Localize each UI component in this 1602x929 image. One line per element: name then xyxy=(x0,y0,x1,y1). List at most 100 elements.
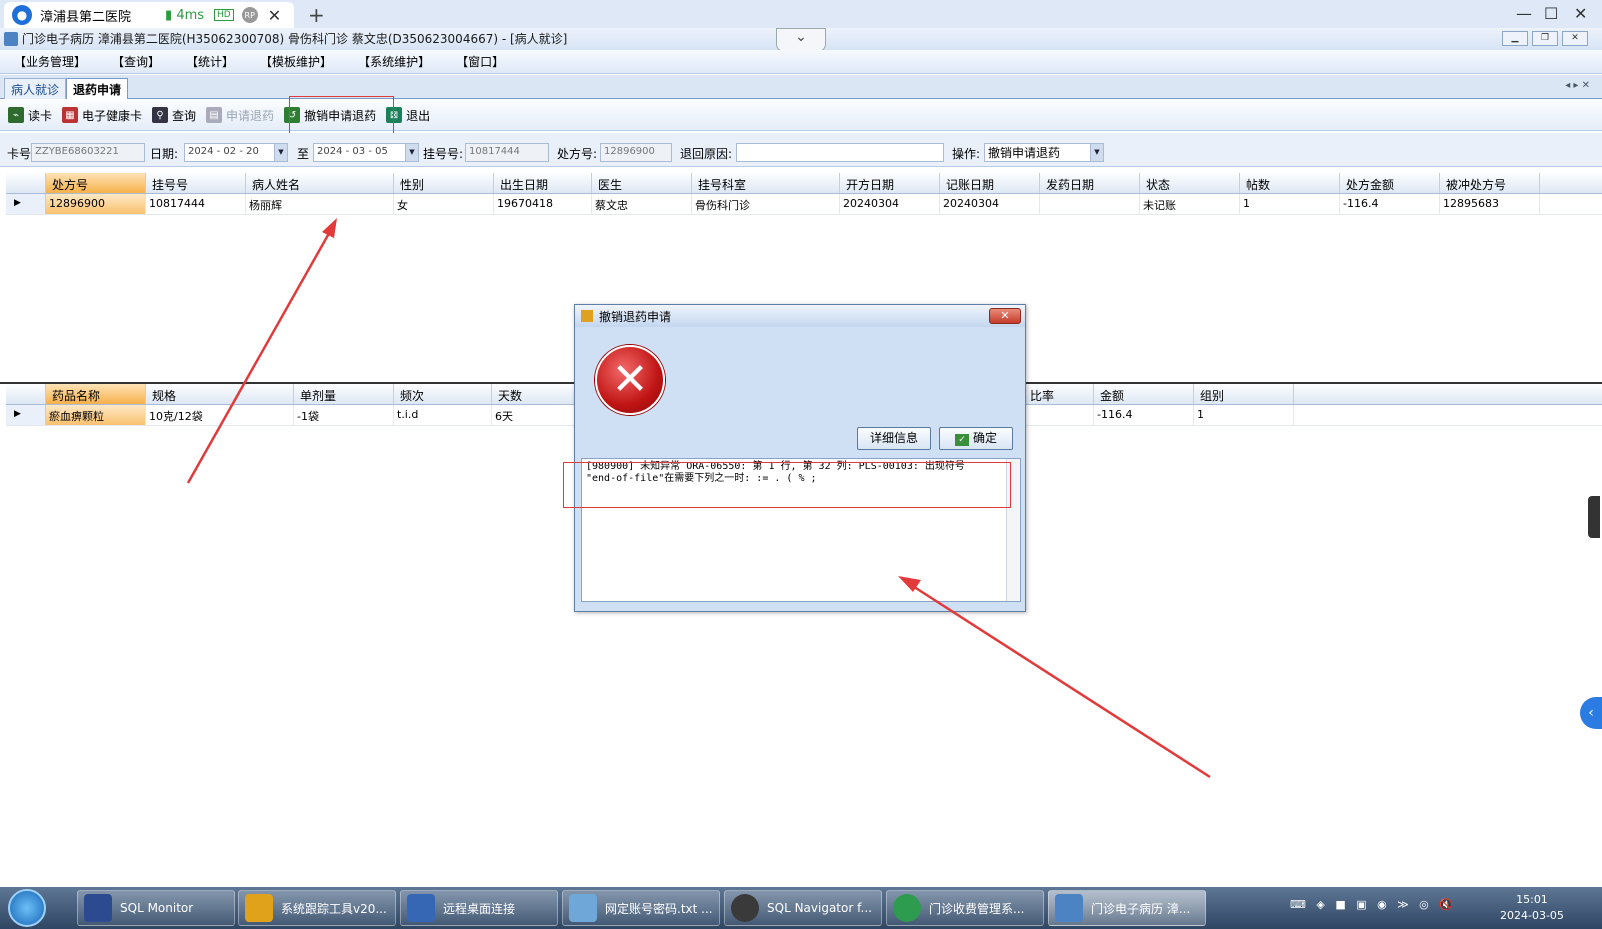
col-rx-date[interactable]: 开方日期 xyxy=(840,173,940,193)
dialog-close-icon[interactable]: ✕ xyxy=(989,308,1021,324)
dialog-title-bar: 撤销退药申请 ✕ xyxy=(575,305,1025,327)
chevron-down-icon[interactable]: ⌄ xyxy=(776,28,826,52)
col-birth-date[interactable]: 出生日期 xyxy=(494,173,592,193)
mdi-restore-icon[interactable]: ❐ xyxy=(1532,31,1558,46)
health-card-button[interactable]: ▦ 电子健康卡 xyxy=(62,107,142,124)
taskbar-item-notepad[interactable]: 网定账号密码.txt ... xyxy=(562,890,720,926)
mdi-minimize-icon[interactable]: ▁ xyxy=(1502,31,1528,46)
query-button[interactable]: ⚲ 查询 xyxy=(152,107,196,124)
chevron-down-icon[interactable]: ▼ xyxy=(1090,144,1103,161)
taskbar-item-sql-navigator[interactable]: SQL Navigator f... xyxy=(724,890,882,926)
operation-value: 撤销申请退药 xyxy=(988,146,1061,160)
menu-window[interactable]: 【窗口】 xyxy=(456,53,504,70)
taskbar-item-billing[interactable]: 门诊收费管理系... xyxy=(886,890,1044,926)
apply-return-button[interactable]: ▤ 申请退药 xyxy=(206,107,274,124)
cell-doses[interactable]: 1 xyxy=(1240,194,1340,214)
col-dose[interactable]: 单剂量 xyxy=(294,384,394,404)
col-rx-no[interactable]: 处方号 xyxy=(46,173,146,193)
new-tab-button[interactable]: + xyxy=(308,3,325,27)
col-drug-name[interactable]: 药品名称 xyxy=(46,384,146,404)
prescription-grid-header: 处方号 挂号号 病人姓名 性别 出生日期 医生 挂号科室 开方日期 记账日期 发… xyxy=(6,173,1602,194)
col-dispense-date[interactable]: 发药日期 xyxy=(1040,173,1140,193)
return-reason-field[interactable] xyxy=(736,143,944,162)
col-gender[interactable]: 性别 xyxy=(394,173,494,193)
cell-drug-name[interactable]: 瘀血痹颗粒 xyxy=(46,405,146,425)
app-icon xyxy=(4,32,18,46)
col-doctor[interactable]: 医生 xyxy=(592,173,692,193)
taskbar-item-emr[interactable]: 门诊电子病历 漳... xyxy=(1048,890,1206,926)
menu-stats[interactable]: 【统计】 xyxy=(186,53,234,70)
col-amount[interactable]: 处方金额 xyxy=(1340,173,1440,193)
cell-bill-date[interactable]: 20240304 xyxy=(940,194,1040,214)
apply-return-label: 申请退药 xyxy=(226,108,275,123)
cell-frequency[interactable]: t.i.d xyxy=(394,405,492,425)
table-row[interactable]: ▶ 12896900 10817444 杨丽辉 女 19670418 蔡文忠 骨… xyxy=(6,194,1602,215)
close-tab-icon[interactable]: ✕ xyxy=(268,6,281,25)
cell-amount[interactable]: -116.4 xyxy=(1340,194,1440,214)
details-button[interactable]: 详细信息 xyxy=(857,427,931,450)
cell-drug-amount[interactable]: -116.4 xyxy=(1094,405,1194,425)
date-from-picker[interactable]: 2024 - 02 - 20 ▼ xyxy=(184,143,288,162)
cell-spec[interactable]: 10克/12袋 xyxy=(146,405,294,425)
cell-gender[interactable]: 女 xyxy=(394,194,494,214)
start-button[interactable] xyxy=(8,889,46,927)
col-bill-date[interactable]: 记账日期 xyxy=(940,173,1040,193)
col-ratio[interactable]: 比率 xyxy=(1024,384,1094,404)
system-tray[interactable]: ⌨ ◈ ■ ▣ ◉ ≫ ◎ 🔇 xyxy=(1290,898,1453,911)
taskbar-item-trace-tool[interactable]: 系统跟踪工具v20... xyxy=(238,890,396,926)
cell-patient-name[interactable]: 杨丽辉 xyxy=(246,194,394,214)
tab-patient-visit[interactable]: 病人就诊 xyxy=(4,78,67,99)
rx-number-field[interactable]: 12896900 xyxy=(600,143,672,162)
menu-query[interactable]: 【查询】 xyxy=(112,53,160,70)
col-drug-amount[interactable]: 金额 xyxy=(1094,384,1194,404)
ok-button[interactable]: ✓ 确定 xyxy=(939,427,1013,450)
col-department[interactable]: 挂号科室 xyxy=(692,173,840,193)
side-handle[interactable] xyxy=(1588,496,1600,538)
menu-business[interactable]: 【业务管理】 xyxy=(14,53,86,70)
operation-select[interactable]: 撤销申请退药 ▼ xyxy=(984,143,1104,162)
col-patient-name[interactable]: 病人姓名 xyxy=(246,173,394,193)
cell-offset-rx[interactable]: 12895683 xyxy=(1440,194,1540,214)
cell-ratio[interactable] xyxy=(1024,405,1094,425)
col-spec[interactable]: 规格 xyxy=(146,384,294,404)
close-window-icon[interactable]: ✕ xyxy=(1574,4,1587,23)
minimize-icon[interactable]: — xyxy=(1516,4,1532,23)
col-status[interactable]: 状态 xyxy=(1140,173,1240,193)
browser-tab[interactable]: ● 漳浦县第二医院 ▮ 4ms HD RP ✕ xyxy=(4,2,294,28)
chevron-down-icon[interactable]: ▼ xyxy=(405,144,418,161)
clock[interactable]: 15:01 2024-03-05 xyxy=(1500,892,1564,924)
reg-number-field[interactable]: 10817444 xyxy=(465,143,549,162)
taskbar-item-sql-monitor[interactable]: SQL Monitor xyxy=(77,890,235,926)
cell-rx-date[interactable]: 20240304 xyxy=(840,194,940,214)
cell-dose[interactable]: -1袋 xyxy=(294,405,394,425)
cell-dispense-date[interactable] xyxy=(1040,194,1140,214)
cell-birth-date[interactable]: 19670418 xyxy=(494,194,592,214)
menu-template[interactable]: 【模板维护】 xyxy=(260,53,332,70)
error-icon: ✕ xyxy=(595,345,665,415)
col-offset-rx[interactable]: 被冲处方号 xyxy=(1440,173,1540,193)
cell-group[interactable]: 1 xyxy=(1194,405,1294,425)
maximize-icon[interactable]: ☐ xyxy=(1544,4,1558,23)
cell-doctor[interactable]: 蔡文忠 xyxy=(592,194,692,214)
tab-return-request[interactable]: 退药申请 xyxy=(66,78,129,99)
chevron-down-icon[interactable]: ▼ xyxy=(274,144,287,161)
cell-status[interactable]: 未记账 xyxy=(1140,194,1240,214)
col-frequency[interactable]: 频次 xyxy=(394,384,492,404)
menu-system[interactable]: 【系统维护】 xyxy=(358,53,430,70)
mdi-close-icon[interactable]: ✕ xyxy=(1562,31,1588,46)
tab-nav-arrows[interactable]: ◂ ▸ ✕ xyxy=(1565,80,1590,91)
date-to-picker[interactable]: 2024 - 03 - 05 ▼ xyxy=(313,143,419,162)
clock-date: 2024-03-05 xyxy=(1500,909,1564,922)
taskbar-item-remote-desktop[interactable]: 远程桌面连接 xyxy=(400,890,558,926)
cell-department[interactable]: 骨伤科门诊 xyxy=(692,194,840,214)
cell-rx-no[interactable]: 12896900 xyxy=(46,194,146,214)
rx-label: 处方号: xyxy=(557,147,598,161)
col-doses[interactable]: 帖数 xyxy=(1240,173,1340,193)
read-card-button[interactable]: ⌁ 读卡 xyxy=(8,107,52,124)
col-reg-no[interactable]: 挂号号 xyxy=(146,173,246,193)
latency-value: 4ms xyxy=(176,7,205,23)
cell-reg-no[interactable]: 10817444 xyxy=(146,194,246,214)
chevron-left-icon[interactable]: ‹ xyxy=(1580,697,1602,729)
col-group[interactable]: 组别 xyxy=(1194,384,1294,404)
card-number-field[interactable]: ZZYBE68603221 xyxy=(31,143,145,162)
